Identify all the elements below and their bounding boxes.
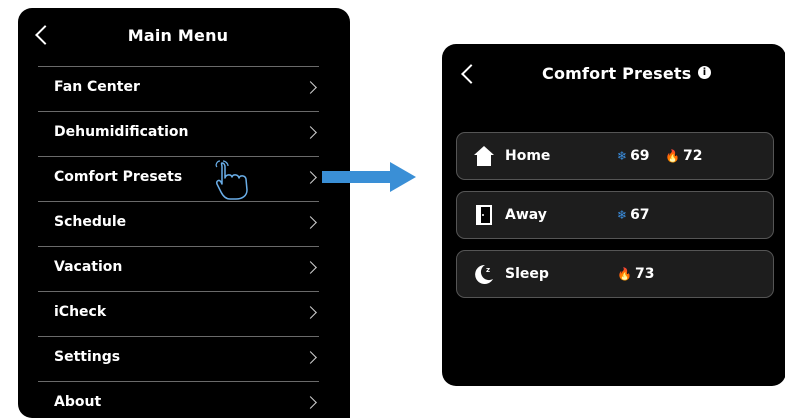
chevron-right-icon [304, 216, 317, 229]
flame-icon: 🔥 [617, 267, 632, 281]
menu-item-fan-center[interactable]: Fan Center [38, 66, 319, 111]
house-icon [474, 146, 494, 166]
tap-hand-icon [215, 160, 248, 200]
chevron-right-icon [304, 396, 317, 409]
preset-label: Away [505, 207, 547, 223]
snowflake-icon: ❄ [617, 149, 628, 163]
menu-item-label: About [54, 394, 102, 410]
menu-item-icheck[interactable]: iCheck [38, 291, 319, 336]
chevron-right-icon [304, 171, 317, 184]
chevron-right-icon [304, 351, 317, 364]
page-title: Main Menu [127, 26, 229, 45]
preset-label: Sleep [505, 266, 549, 282]
page-title: Comfort Presets [542, 64, 692, 83]
main-menu-list: Fan Center Dehumidification Comfort Pres… [38, 66, 319, 418]
menu-item-schedule[interactable]: Schedule [38, 201, 319, 246]
main-menu-panel: Main Menu Fan Center Dehumidification Co… [18, 8, 350, 418]
flame-icon: 🔥 [665, 149, 680, 163]
chevron-right-icon [304, 126, 317, 139]
arrow-right-icon [322, 162, 416, 192]
menu-item-label: Comfort Presets [54, 169, 183, 185]
svg-text:z: z [486, 266, 490, 274]
menu-item-label: Vacation [54, 259, 123, 275]
menu-item-label: Dehumidification [54, 124, 189, 140]
preset-sleep[interactable]: z Sleep 🔥 73 [456, 250, 774, 298]
menu-item-label: Schedule [54, 214, 127, 230]
cool-setpoint: ❄ 69 [617, 148, 650, 164]
cool-setpoint: ❄ 67 [617, 207, 650, 223]
menu-item-label: iCheck [54, 304, 107, 320]
preset-label: Home [505, 148, 551, 164]
menu-item-vacation[interactable]: Vacation [38, 246, 319, 291]
info-icon[interactable]: i [698, 66, 711, 79]
door-icon [476, 205, 492, 225]
preset-away[interactable]: Away ❄ 67 [456, 191, 774, 239]
heat-setpoint: 🔥 73 [617, 266, 655, 282]
menu-item-comfort-presets[interactable]: Comfort Presets [38, 156, 319, 201]
menu-item-label: Settings [54, 349, 121, 365]
back-icon[interactable] [461, 64, 481, 84]
menu-item-label: Fan Center [54, 79, 140, 95]
heat-setpoint: 🔥 72 [665, 148, 703, 164]
menu-item-about[interactable]: About [38, 381, 319, 418]
preset-home[interactable]: Home ❄ 69 🔥 72 [456, 132, 774, 180]
chevron-right-icon [304, 306, 317, 319]
chevron-right-icon [304, 81, 317, 94]
snowflake-icon: ❄ [617, 208, 628, 222]
chevron-right-icon [304, 261, 317, 274]
menu-item-dehumidification[interactable]: Dehumidification [38, 111, 319, 156]
moon-icon: z [475, 264, 493, 284]
comfort-presets-panel: Comfort Presets i Home ❄ 69 🔥 72 Away ❄ 67 … [442, 44, 785, 386]
menu-item-settings[interactable]: Settings [38, 336, 319, 381]
